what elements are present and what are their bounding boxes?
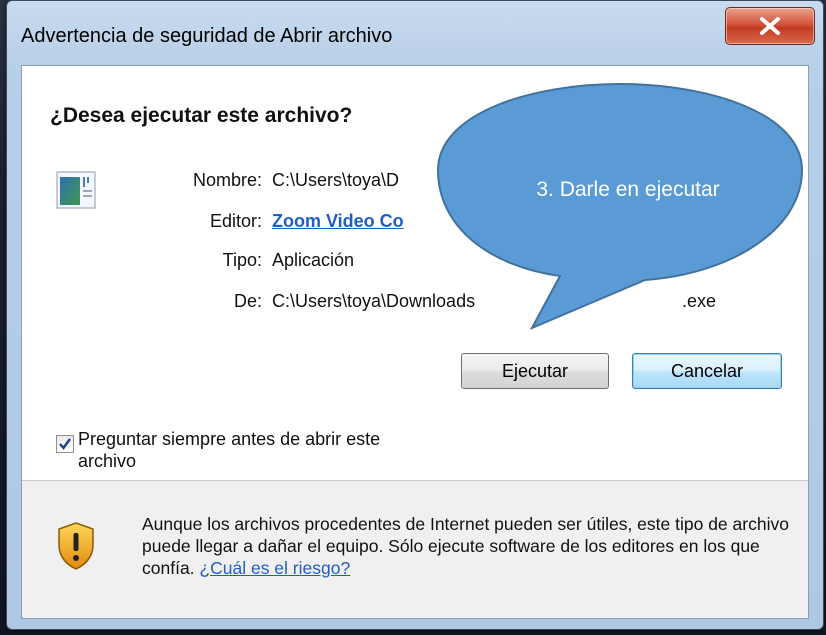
question-heading: ¿Desea ejecutar este archivo? xyxy=(50,104,353,127)
field-editor-label: Editor: xyxy=(209,211,262,231)
risk-link[interactable]: ¿Cuál es el riesgo? xyxy=(199,558,350,578)
field-type-value: Aplicación xyxy=(272,250,355,270)
close-icon xyxy=(760,17,780,35)
window-title: Advertencia de seguridad de Abrir archiv… xyxy=(21,25,393,47)
always-ask-label[interactable]: Preguntar siempre antes de abrir este ar… xyxy=(78,428,438,472)
callout-bubble xyxy=(436,82,804,331)
run-button[interactable]: Ejecutar xyxy=(461,353,609,389)
warning-section: Aunque los archivos procedentes de Inter… xyxy=(22,481,808,618)
cancel-button[interactable]: Cancelar xyxy=(632,353,782,389)
publisher-link[interactable]: Zoom Video Co xyxy=(272,211,404,232)
close-button[interactable] xyxy=(725,7,815,45)
application-window-icon xyxy=(56,171,96,209)
field-type-label: Tipo: xyxy=(222,250,262,270)
checkmark-icon xyxy=(59,438,71,450)
security-shield-warning-icon xyxy=(58,522,94,570)
field-from-label: De: xyxy=(233,291,262,311)
title-bar[interactable]: Advertencia de seguridad de Abrir archiv… xyxy=(7,1,823,69)
warning-text: Aunque los archivos procedentes de Inter… xyxy=(142,513,792,579)
field-name-label: Nombre: xyxy=(192,170,262,190)
always-ask-checkbox[interactable] xyxy=(56,435,74,453)
callout-text: 3. Darle en ejecutar xyxy=(536,178,720,201)
field-name-value: C:\Users\toya\D xyxy=(272,170,400,190)
